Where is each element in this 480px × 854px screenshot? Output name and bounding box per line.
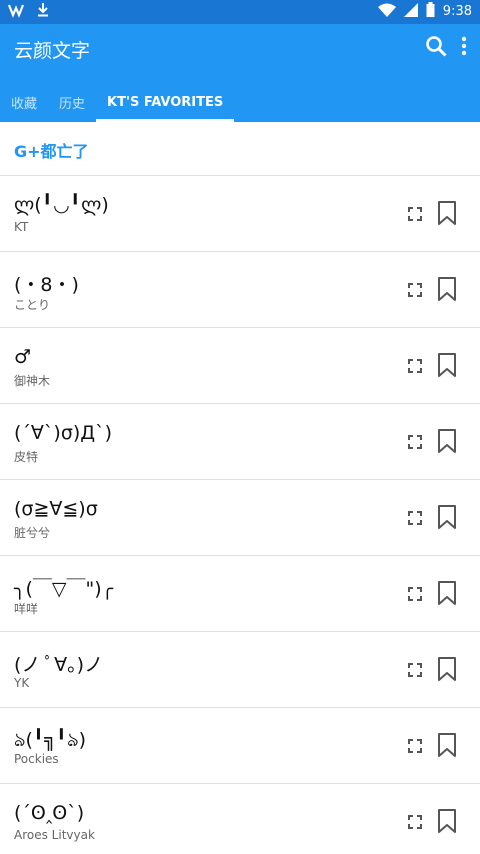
- bookmark-icon[interactable]: [437, 732, 457, 758]
- fullscreen-icon[interactable]: [408, 814, 422, 829]
- tab-kts-favorites[interactable]: KT'S FAVORITES: [96, 82, 235, 122]
- fullscreen-icon[interactable]: [408, 358, 422, 373]
- bookmark-icon[interactable]: [437, 580, 457, 606]
- app-title: 云颜文字: [14, 40, 91, 62]
- kaomoji-text: ლ(╹◡╹ლ): [14, 194, 109, 216]
- kaomoji-text: (´∀`)σ)Д`): [14, 422, 113, 444]
- list-item[interactable]: ♂ 御神木: [0, 328, 480, 404]
- kaomoji-author: KT: [14, 220, 29, 234]
- bookmark-icon[interactable]: [437, 656, 457, 682]
- kaomoji-text: (・8・): [14, 274, 79, 296]
- tab-favorites[interactable]: 收藏: [0, 82, 48, 122]
- bookmark-icon[interactable]: [437, 200, 457, 226]
- fullscreen-icon[interactable]: [408, 434, 422, 449]
- section-title: G+都亡了: [14, 142, 89, 161]
- kaomoji-author: ことり: [14, 298, 51, 312]
- download-icon: [36, 2, 50, 22]
- kaomoji-author: 咩咩: [14, 602, 39, 616]
- kaomoji-text: (´ʘ‸ʘ`): [14, 802, 85, 824]
- bookmark-icon[interactable]: [437, 808, 457, 834]
- search-icon[interactable]: [424, 34, 448, 62]
- tab-bar: 收藏 历史 KT'S FAVORITES: [0, 82, 480, 122]
- fullscreen-icon[interactable]: [408, 586, 422, 601]
- list-item[interactable]: ঌ(╹╗╹ঌ) Pockies: [0, 708, 480, 784]
- kaomoji-author: Pockies: [14, 752, 59, 766]
- tab-history[interactable]: 历史: [48, 82, 96, 122]
- app-notification-icon: [7, 2, 26, 22]
- bookmark-icon[interactable]: [437, 504, 457, 530]
- battery-icon: [426, 2, 435, 21]
- kaomoji-text: (σ≧∀≦)σ: [14, 498, 98, 520]
- fullscreen-icon[interactable]: [408, 738, 422, 753]
- bookmark-icon[interactable]: [437, 276, 457, 302]
- fullscreen-icon[interactable]: [408, 662, 422, 677]
- kaomoji-author: YK: [14, 676, 30, 690]
- list-item[interactable]: ╮(￣▽￣")╭ 咩咩: [0, 556, 480, 632]
- wifi-icon: [377, 3, 396, 21]
- list-item[interactable]: (・8・) ことり: [0, 252, 480, 328]
- bookmark-icon[interactable]: [437, 428, 457, 454]
- list-item[interactable]: (´∀`)σ)Д`) 皮特: [0, 404, 480, 480]
- kaomoji-text: ♂: [14, 346, 32, 368]
- kaomoji-author: 御神木: [14, 374, 51, 388]
- more-options-icon[interactable]: [460, 35, 468, 61]
- status-bar: 9:38: [0, 0, 480, 24]
- list-item[interactable]: ლ(╹◡╹ლ) KT: [0, 176, 480, 252]
- kaomoji-text: ╮(￣▽￣")╭: [14, 578, 114, 600]
- kaomoji-list: ლ(╹◡╹ლ) KT (・8・) ことり ♂ 御神木 (´∀`)σ)Д`) 皮特…: [0, 176, 480, 854]
- kaomoji-author: 皮特: [14, 450, 39, 464]
- signal-icon: [403, 2, 418, 21]
- kaomoji-author: 脏兮兮: [14, 526, 51, 540]
- list-item[interactable]: (´ʘ‸ʘ`) Aroes Litvyak: [0, 784, 480, 854]
- kaomoji-text: (ノ ﾟ∀。)ノ: [14, 654, 104, 676]
- bookmark-icon[interactable]: [437, 352, 457, 378]
- list-item[interactable]: (σ≧∀≦)σ 脏兮兮: [0, 480, 480, 556]
- status-time: 9:38: [442, 4, 472, 19]
- fullscreen-icon[interactable]: [408, 282, 422, 297]
- app-bar: 云颜文字 收藏 历史 KT'S FAVORITES: [0, 24, 480, 122]
- section-header: G+都亡了: [0, 122, 480, 176]
- kaomoji-author: Aroes Litvyak: [14, 828, 95, 842]
- fullscreen-icon[interactable]: [408, 510, 422, 525]
- fullscreen-icon[interactable]: [408, 206, 422, 221]
- list-item[interactable]: (ノ ﾟ∀。)ノ YK: [0, 632, 480, 708]
